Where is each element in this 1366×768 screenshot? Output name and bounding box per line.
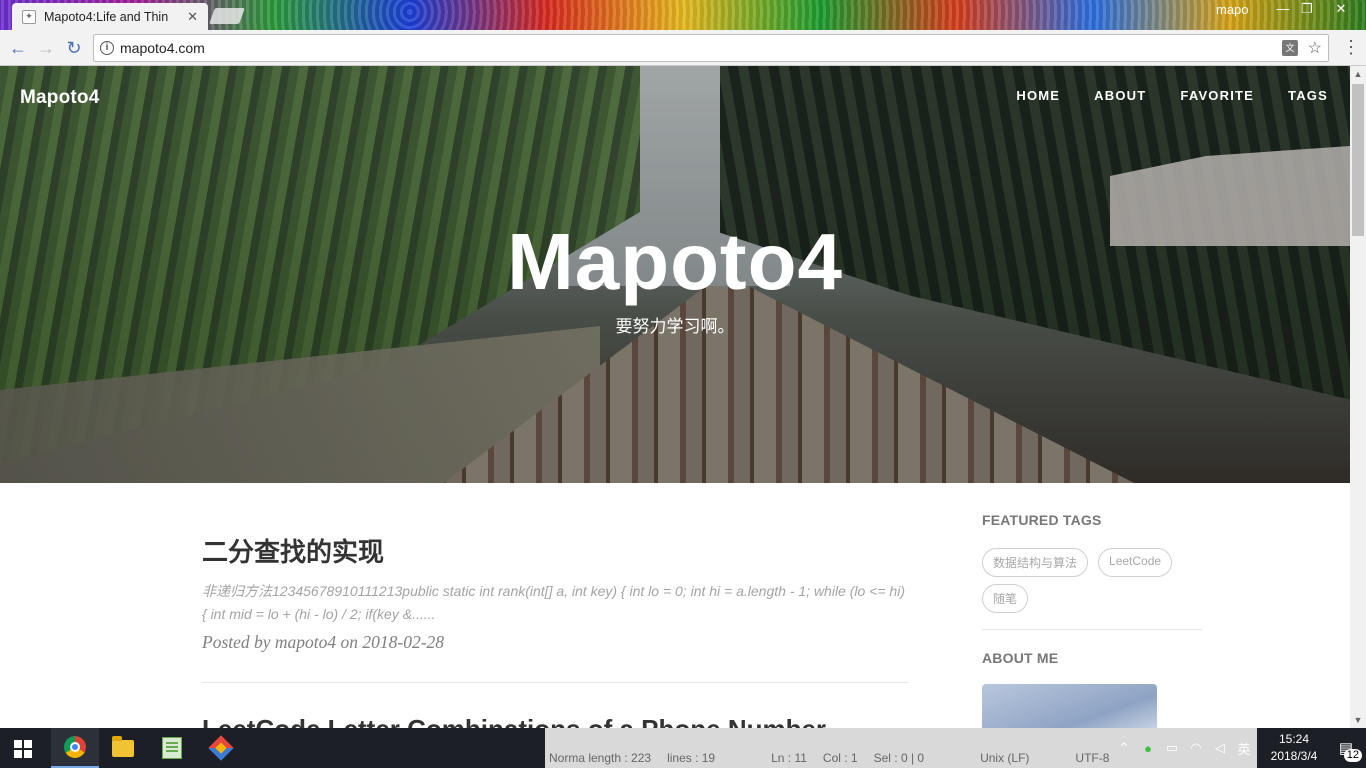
browser-toolbar: ← → ↻ i mapoto4.com 文 ☆ ⋮ [0, 30, 1366, 66]
folder-icon [112, 735, 134, 757]
site-brand-link[interactable]: Mapoto4 [20, 87, 100, 109]
post-meta: Posted by mapoto4 on 2018-02-28 [202, 632, 445, 652]
clock-date: 2018/3/4 [1270, 749, 1318, 763]
close-window-icon[interactable]: ✕ [1330, 0, 1352, 20]
info-icon[interactable]: i [100, 41, 114, 55]
page-scrollbar[interactable]: ▲ ▼ [1350, 66, 1366, 728]
featured-tags-heading: FEATURED TAGS [982, 512, 1102, 528]
hero-subtitle: 要努力学习啊。 [615, 317, 735, 336]
taskbar-file-explorer[interactable] [99, 728, 147, 768]
ime-indicator[interactable]: 英 [1232, 739, 1256, 758]
system-tray: ⌃ ● ▭ ◠ ◁ 英 15:24 2018/3/4 ▤ 12 [1112, 728, 1366, 768]
status-lines: lines : 19 [667, 751, 716, 765]
post-preview[interactable]: 二分查找的实现 非递归方法12345678910111213public sta… [202, 532, 908, 653]
scroll-down-icon[interactable]: ▼ [1350, 712, 1366, 728]
hero-title: Mapoto4 [507, 217, 843, 306]
about-me-photo [982, 684, 1157, 728]
status-ln: Ln : 11 [771, 751, 807, 765]
browser-menu-icon[interactable]: ⋮ [1342, 38, 1360, 58]
about-me-heading: ABOUT ME [982, 650, 1059, 666]
taskbar-git[interactable] [197, 728, 245, 768]
post-title[interactable]: LeetCode Letter Combinations of a Phone … [202, 714, 826, 728]
restore-icon[interactable]: ❐ [1296, 0, 1318, 20]
page-favicon-icon: ✦ [22, 9, 36, 24]
volume-icon[interactable]: ◁ [1208, 740, 1232, 756]
status-length: Norma length : 223 [549, 751, 652, 765]
page-viewport: Mapoto4 HOME ABOUT FAVORITE TAGS Mapoto4… [0, 66, 1350, 728]
nav-home[interactable]: HOME [1016, 88, 1060, 103]
browser-tab[interactable]: ✦ Mapoto4:Life and Thin ✕ [12, 3, 208, 30]
git-icon [208, 735, 234, 761]
windows-logo-icon [14, 740, 32, 758]
browser-user-name[interactable]: mapo [1216, 2, 1249, 17]
clock-time: 15:24 [1278, 732, 1310, 746]
back-arrow-icon[interactable]: ← [6, 36, 30, 60]
action-center-button[interactable]: ▤ 12 [1326, 728, 1366, 768]
hero-banner: Mapoto4 HOME ABOUT FAVORITE TAGS Mapoto4… [0, 66, 1350, 483]
post-divider [202, 682, 908, 683]
status-col: Col : 1 [822, 751, 858, 765]
start-button[interactable] [0, 728, 48, 768]
nav-tags[interactable]: TAGS [1288, 88, 1328, 103]
bookmark-star-icon[interactable]: ☆ [1308, 38, 1322, 58]
chevron-up-icon[interactable]: ⌃ [1112, 740, 1136, 756]
nav-favorite[interactable]: FAVORITE [1180, 88, 1254, 103]
post-excerpt[interactable]: 非递归方法12345678910111213public static int … [202, 580, 908, 626]
top-navigation: HOME ABOUT FAVORITE TAGS [982, 88, 1328, 103]
wifi-icon[interactable]: ◠ [1184, 740, 1208, 756]
taskbar-chrome[interactable] [51, 728, 99, 768]
minimize-icon[interactable]: — [1272, 0, 1294, 20]
forward-arrow-icon[interactable]: → [34, 36, 58, 60]
status-eol: Unix (LF) [980, 751, 1030, 765]
tab-title: Mapoto4:Life and Thin [44, 9, 169, 24]
sidebar: FEATURED TAGS 数据结构与算法 LeetCode 随笔 ABOUT … [982, 512, 1202, 728]
taskbar-notepad[interactable] [148, 728, 196, 768]
tab-close-icon[interactable]: ✕ [187, 9, 198, 25]
url-text[interactable]: mapoto4.com [120, 40, 205, 56]
tag-data-structures[interactable]: 数据结构与算法 [982, 548, 1089, 577]
status-sel: Sel : 0 | 0 [873, 751, 925, 765]
nav-about[interactable]: ABOUT [1094, 88, 1146, 103]
sidebar-divider [982, 629, 1202, 630]
address-bar[interactable]: i mapoto4.com 文 ☆ [93, 34, 1329, 62]
notepad-icon [162, 737, 182, 759]
battery-icon[interactable]: ▭ [1160, 740, 1184, 756]
chrome-icon [64, 736, 86, 758]
scroll-up-icon[interactable]: ▲ [1350, 66, 1366, 82]
status-encoding: UTF-8 [1075, 751, 1110, 765]
clock[interactable]: 15:24 2018/3/4 [1262, 731, 1326, 765]
tag-leetcode[interactable]: LeetCode [1098, 548, 1173, 577]
wechat-icon[interactable]: ● [1136, 741, 1160, 756]
post-title[interactable]: 二分查找的实现 [202, 532, 908, 569]
reload-icon[interactable]: ↻ [62, 36, 86, 60]
windows-taskbar: Norma length : 223 lines : 19 Ln : 11 Co… [0, 728, 1366, 768]
new-tab-button[interactable] [209, 8, 245, 24]
notification-count: 12 [1343, 749, 1362, 762]
scroll-thumb[interactable] [1352, 84, 1364, 236]
tag-list: 数据结构与算法 LeetCode 随笔 [982, 548, 1202, 613]
translate-icon[interactable]: 文 [1282, 40, 1298, 56]
tag-essays[interactable]: 随笔 [982, 584, 1029, 613]
